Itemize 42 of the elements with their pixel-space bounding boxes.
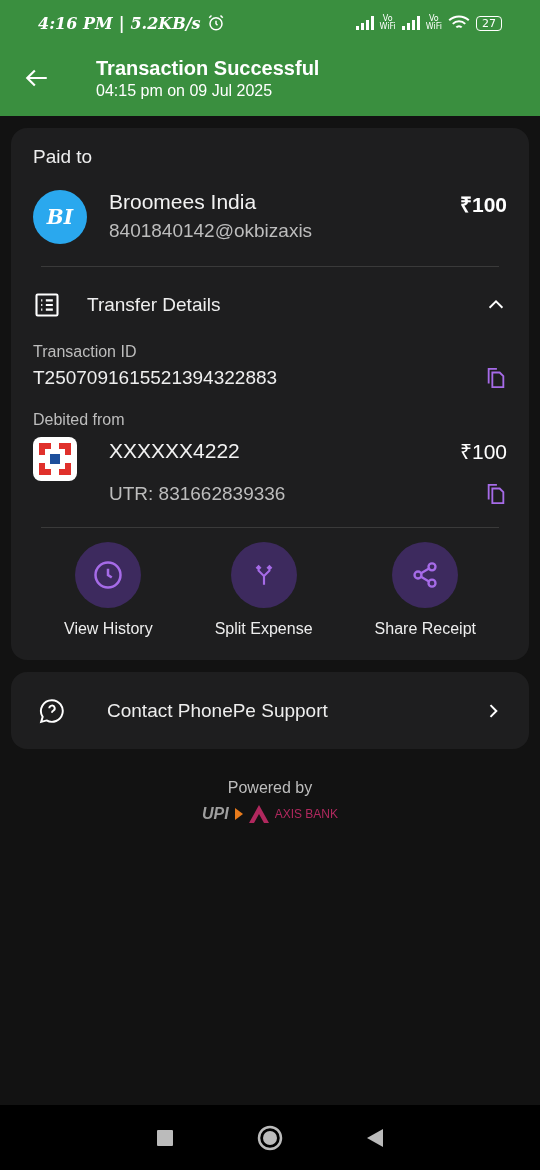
action-button[interactable]: Share Receipt bbox=[374, 542, 476, 638]
payee-avatar: BI bbox=[33, 190, 87, 244]
network-speed: 5.2KB/s bbox=[130, 13, 201, 33]
transfer-details-title: Transfer Details bbox=[87, 294, 222, 316]
axis-mark-icon bbox=[248, 805, 269, 823]
share-icon bbox=[411, 561, 440, 589]
transaction-id: T2507091615521394322883 bbox=[33, 367, 278, 389]
header-title: Transaction Successful bbox=[96, 56, 320, 80]
signal-icon bbox=[355, 16, 374, 30]
status-time: 4:16 PM bbox=[38, 13, 113, 33]
powered-by-text: Powered by bbox=[227, 779, 313, 797]
home-button[interactable] bbox=[257, 1124, 283, 1151]
transaction-id-label: Transaction ID bbox=[33, 343, 137, 360]
account-number: XXXXXX4222 bbox=[109, 439, 240, 463]
paid-amount: ₹100 bbox=[459, 192, 507, 218]
debited-from-label: Debited from bbox=[33, 411, 125, 428]
play-triangle-icon bbox=[234, 808, 243, 820]
list-icon bbox=[33, 291, 61, 319]
alarm-icon bbox=[206, 14, 225, 32]
upi-logo: UPI bbox=[202, 805, 229, 823]
copy-icon[interactable] bbox=[485, 367, 507, 389]
copy-icon[interactable] bbox=[485, 483, 507, 505]
bank-logo-icon bbox=[33, 437, 77, 481]
help-chat-icon bbox=[39, 697, 65, 724]
header-subtitle: 04:15 pm on 09 Jul 2025 bbox=[96, 81, 274, 100]
clock-icon bbox=[93, 560, 124, 590]
vowifi-label: Vo WiFi bbox=[379, 15, 396, 31]
back-nav-button[interactable] bbox=[367, 1128, 383, 1147]
utr-number: UTR: 831662839336 bbox=[109, 483, 286, 505]
separator: | bbox=[118, 13, 125, 33]
action-button[interactable]: Split Expense bbox=[214, 542, 313, 638]
payee-upi-id: 8401840142@okbizaxis bbox=[109, 220, 314, 242]
wifi-icon bbox=[448, 15, 470, 31]
paid-to-label: Paid to bbox=[33, 146, 94, 168]
payee-name: Broomees India bbox=[109, 190, 258, 214]
contact-support-button[interactable]: Contact PhonePe Support bbox=[11, 672, 529, 749]
battery-level: 27 bbox=[476, 15, 502, 31]
axis-bank-logo: AXIS BANK bbox=[274, 807, 338, 821]
recents-button[interactable] bbox=[157, 1129, 173, 1146]
debited-amount: ₹100 bbox=[459, 439, 507, 465]
vowifi-label: Vo WiFi bbox=[425, 15, 442, 31]
signal-icon bbox=[401, 16, 420, 30]
